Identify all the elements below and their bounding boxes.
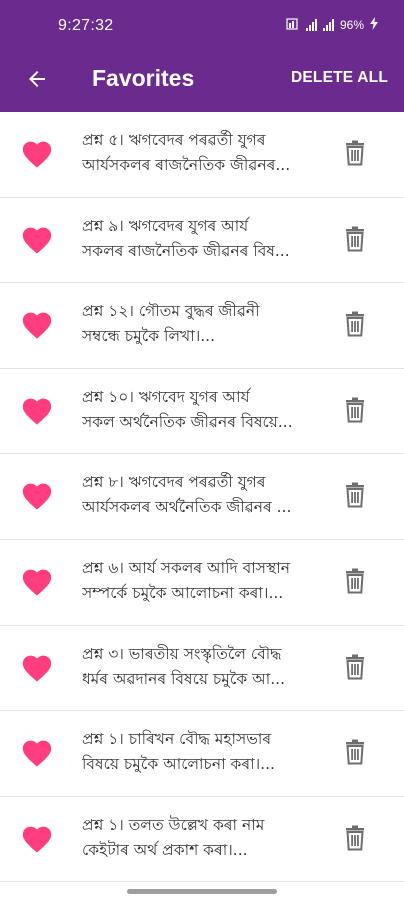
heart-icon[interactable]	[20, 479, 56, 513]
question-line-2: বিষয়ে চমুকৈ আলোচনা কৰা।...	[82, 755, 275, 774]
status-time: 9:27:32	[58, 17, 114, 34]
heart-icon[interactable]	[20, 223, 56, 257]
heart-icon[interactable]	[20, 137, 56, 171]
heart-icon[interactable]	[20, 394, 56, 428]
question-line-1: প্ৰশ্ন ৯। ঋগবেদৰ যুগৰ আৰ্য	[82, 216, 249, 235]
signal-icon	[305, 19, 317, 31]
battery-percent: 96%	[339, 18, 364, 32]
favorite-question-text[interactable]: প্ৰশ্ন ১। চাৰিখন বৌদ্ধ মহাসভাৰ বিষয়ে চম…	[82, 727, 314, 777]
favorite-question-text[interactable]: প্ৰশ্ন ৮। ঋগবেদৰ পৰৱৰ্তী যুগৰ আৰ্যসকলৰ অ…	[82, 470, 314, 520]
favorite-item[interactable]: প্ৰশ্ন ৬। আৰ্য সকলৰ আদি বাসস্থান সম্পৰ্ক…	[0, 540, 404, 626]
signal-icon	[322, 19, 334, 31]
question-line-2: কেইটাৰ অৰ্থ প্ৰকাশ কৰা।...	[82, 840, 248, 859]
question-line-2: ধৰ্মৰ অৱদানৰ বিষয়ে চমুকৈ আ...	[82, 669, 285, 688]
favorite-question-text[interactable]: প্ৰশ্ন ১০। ঋগবেদ যুগৰ আৰ্য সকল অৰ্থনৈতিক…	[82, 385, 314, 435]
question-line-1: প্ৰশ্ন ৮। ঋগবেদৰ পৰৱৰ্তী যুগৰ	[82, 473, 266, 492]
back-button[interactable]	[20, 64, 54, 98]
heart-icon[interactable]	[20, 651, 56, 685]
delete-icon[interactable]	[344, 397, 368, 425]
status-icons: 96%	[286, 17, 378, 33]
favorite-item[interactable]: প্ৰশ্ন ৫। ঋগবেদৰ পৰৱৰ্তী যুগৰ আৰ্যসকলৰ ৰ…	[0, 112, 404, 198]
delete-icon[interactable]	[344, 140, 368, 168]
favorite-item[interactable]: প্ৰশ্ন ১। তলত উল্লেখ কৰা নাম কেইটাৰ অৰ্থ…	[0, 797, 404, 883]
favorite-item[interactable]: প্ৰশ্ন ১২। গৌতম বুদ্ধৰ জীৱনী সম্বন্ধে চম…	[0, 283, 404, 369]
favorite-question-text[interactable]: প্ৰশ্ন ৩। ভাৰতীয় সংস্কৃতিলৈ বৌদ্ধ ধৰ্মৰ…	[82, 642, 314, 692]
delete-all-button[interactable]: DELETE ALL	[291, 69, 388, 87]
question-line-2: আৰ্যসকলৰ ৰাজনৈতিক জীৱনৰ...	[82, 156, 291, 174]
gesture-nav-handle[interactable]	[127, 889, 277, 894]
delete-icon[interactable]	[344, 311, 368, 339]
delete-icon[interactable]	[344, 739, 368, 767]
delete-icon[interactable]	[344, 226, 368, 254]
question-line-2: সম্বন্ধে চমুকৈ লিখা।...	[82, 327, 216, 346]
delete-icon[interactable]	[344, 654, 368, 682]
app-bar: Favorites DELETE ALL	[0, 54, 404, 112]
question-line-1: প্ৰশ্ন ১। তলত উল্লেখ কৰা নাম	[82, 815, 265, 834]
heart-icon[interactable]	[20, 565, 56, 599]
favorite-item[interactable]: প্ৰশ্ন ৮। ঋগবেদৰ পৰৱৰ্তী যুগৰ আৰ্যসকলৰ অ…	[0, 454, 404, 540]
delete-icon[interactable]	[344, 825, 368, 853]
question-line-1: প্ৰশ্ন ৩। ভাৰতীয় সংস্কৃতিলৈ বৌদ্ধ	[82, 644, 282, 663]
status-bar: 9:27:32 96%	[0, 0, 404, 54]
question-line-2: সম্পৰ্কে চমুকৈ আলোচনা কৰা।...	[82, 583, 284, 602]
favorites-list: প্ৰশ্ন ৫। ঋগবেদৰ পৰৱৰ্তী যুগৰ আৰ্যসকলৰ ৰ…	[0, 112, 404, 883]
question-line-1: প্ৰশ্ন ১। চাৰিখন বৌদ্ধ মহাসভাৰ	[82, 730, 272, 749]
favorite-item[interactable]: প্ৰশ্ন ৯। ঋগবেদৰ যুগৰ আৰ্য সকলৰ ৰাজনৈতিক…	[0, 198, 404, 284]
question-line-2: সকল অৰ্থনৈতিক জীৱনৰ বিষয়ে...	[82, 412, 293, 431]
battery-charging-icon	[370, 17, 378, 33]
delete-icon[interactable]	[344, 482, 368, 510]
question-line-2: সকলৰ ৰাজনৈতিক জীৱনৰ বিষ...	[82, 241, 290, 260]
favorite-question-text[interactable]: প্ৰশ্ন ৬। আৰ্য সকলৰ আদি বাসস্থান সম্পৰ্ক…	[82, 556, 314, 606]
sim-icon	[286, 17, 300, 33]
favorite-question-text[interactable]: প্ৰশ্ন ১। তলত উল্লেখ কৰা নাম কেইটাৰ অৰ্থ…	[82, 813, 314, 863]
question-line-1: প্ৰশ্ন ১০। ঋগবেদ যুগৰ আৰ্য	[82, 387, 250, 406]
question-line-1: প্ৰশ্ন ৫। ঋগবেদৰ পৰৱৰ্তী যুগৰ	[82, 131, 266, 149]
question-line-2: আৰ্যসকলৰ অৰ্থনৈতিক জীৱনৰ ...	[82, 498, 292, 517]
question-line-1: প্ৰশ্ন ৬। আৰ্য সকলৰ আদি বাসস্থান	[82, 558, 290, 577]
favorite-question-text[interactable]: প্ৰশ্ন ৯। ঋগবেদৰ যুগৰ আৰ্য সকলৰ ৰাজনৈতিক…	[82, 214, 314, 264]
page-title: Favorites	[92, 65, 195, 91]
favorite-item[interactable]: প্ৰশ্ন ১। চাৰিখন বৌদ্ধ মহাসভাৰ বিষয়ে চম…	[0, 711, 404, 797]
arrow-left-icon	[25, 67, 49, 95]
question-line-1: প্ৰশ্ন ১২। গৌতম বুদ্ধৰ জীৱনী	[82, 302, 260, 321]
favorite-item[interactable]: প্ৰশ্ন ১০। ঋগবেদ যুগৰ আৰ্য সকল অৰ্থনৈতিক…	[0, 369, 404, 455]
favorite-item[interactable]: প্ৰশ্ন ৩। ভাৰতীয় সংস্কৃতিলৈ বৌদ্ধ ধৰ্মৰ…	[0, 626, 404, 712]
favorite-question-text[interactable]: প্ৰশ্ন ১২। গৌতম বুদ্ধৰ জীৱনী সম্বন্ধে চম…	[82, 299, 314, 349]
delete-icon[interactable]	[344, 568, 368, 596]
favorite-question-text[interactable]: প্ৰশ্ন ৫। ঋগবেদৰ পৰৱৰ্তী যুগৰ আৰ্যসকলৰ ৰ…	[82, 128, 314, 178]
heart-icon[interactable]	[20, 736, 56, 770]
heart-icon[interactable]	[20, 308, 56, 342]
heart-icon[interactable]	[20, 822, 56, 856]
